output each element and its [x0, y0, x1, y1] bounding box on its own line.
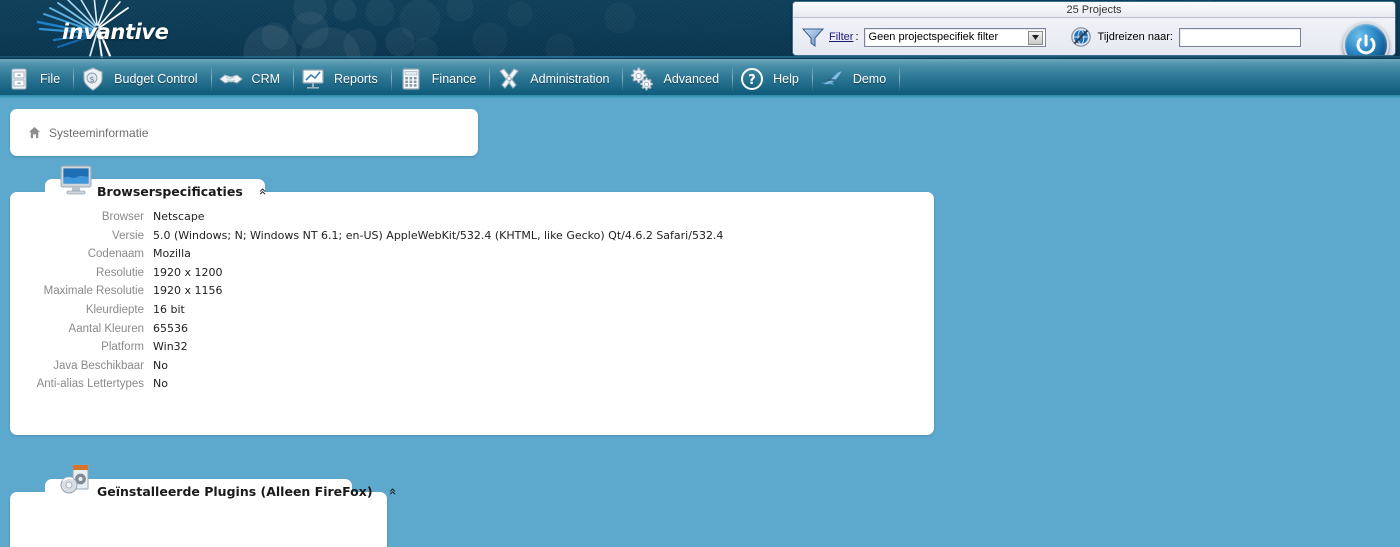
- cabinet-icon: [11, 68, 27, 89]
- row-label: Codenaam: [87, 248, 144, 261]
- row-value: Mozilla: [153, 247, 191, 261]
- row-label: Aantal Kleuren: [68, 322, 144, 335]
- breadcrumb: Systeeminformatie: [10, 109, 478, 156]
- main-navigation: File $ Budget Control CRM Reports Financ…: [0, 58, 1400, 98]
- breadcrumb-label: Systeeminformatie: [49, 125, 149, 140]
- collapse-chevron-up-icon[interactable]: »: [255, 187, 270, 195]
- plugin-cd-icon: [60, 464, 89, 494]
- tools-icon: [499, 67, 520, 89]
- table-row: Versie 5.0 (Windows; N; Windows NT 6.1; …: [10, 229, 934, 248]
- funnel-icon: [801, 28, 825, 47]
- row-value: No: [153, 358, 168, 372]
- nav-item-finance[interactable]: Finance: [392, 59, 489, 99]
- panel-title-installed-plugins: Geïnstalleerde Plugins (Alleen FireFox): [97, 483, 373, 499]
- nav-label-crm: CRM: [251, 71, 281, 86]
- panel-browser-specs: Browser Netscape Versie 5.0 (Windows; N;…: [0, 165, 940, 439]
- brand-name: invantive: [62, 20, 169, 44]
- row-value: 65536: [153, 321, 188, 335]
- table-row: Resolutie 1920 x 1200: [10, 266, 934, 285]
- nav-label-advanced: Advanced: [663, 71, 720, 86]
- timetravel-label: Tijdreizen naar:: [1097, 31, 1173, 43]
- home-icon: [28, 126, 41, 139]
- nav-item-crm[interactable]: CRM: [212, 59, 293, 99]
- table-row: Aantal Kleuren 65536: [10, 322, 934, 341]
- panel-header-installed-plugins[interactable]: Geïnstalleerde Plugins (Alleen FireFox) …: [45, 464, 400, 503]
- collapse-chevron-up-icon[interactable]: »: [385, 487, 400, 495]
- globe-clock-icon[interactable]: [1070, 26, 1092, 48]
- project-filter-select[interactable]: Geen projectspecifiek filter: [863, 27, 1046, 47]
- nav-label-administration: Administration: [530, 71, 610, 86]
- row-value: 16 bit: [153, 302, 185, 316]
- row-value: 5.0 (Windows; N; Windows NT 6.1; en-US) …: [153, 228, 724, 242]
- nav-label-file: File: [40, 71, 61, 86]
- filter-panel: 25 Projects Filter : Geen projectspecifi…: [792, 1, 1396, 56]
- table-row: Browser Netscape: [10, 210, 934, 229]
- nav-separator: [899, 65, 901, 92]
- panel-body-browser-specs: Browser Netscape Versie 5.0 (Windows; N;…: [10, 192, 934, 435]
- dolphin-icon: [820, 70, 843, 85]
- nav-label-finance: Finance: [431, 71, 477, 86]
- row-label: Kleurdiepte: [85, 303, 144, 316]
- row-value: 1920 x 1156: [153, 284, 223, 298]
- nav-item-reports[interactable]: Reports: [294, 59, 391, 99]
- nav-item-help[interactable]: ? Help: [733, 59, 812, 99]
- nav-label-help: Help: [773, 71, 799, 86]
- row-value: No: [153, 377, 168, 391]
- nav-item-advanced[interactable]: Advanced: [623, 59, 732, 99]
- gears-icon: [631, 67, 654, 90]
- question-circle-icon: ?: [741, 67, 764, 90]
- nav-item-demo[interactable]: Demo: [813, 59, 899, 99]
- filter-colon: :: [855, 31, 859, 43]
- row-label: Anti-alias Lettertypes: [36, 378, 144, 391]
- timetravel-input[interactable]: [1178, 27, 1301, 47]
- row-value: 1920 x 1200: [153, 265, 223, 279]
- power-button[interactable]: [1343, 22, 1389, 55]
- panel-title-browser-specs: Browserspecificaties: [97, 183, 243, 199]
- nav-item-administration[interactable]: Administration: [490, 59, 622, 99]
- row-value: Netscape: [153, 210, 205, 223]
- row-label: Browser: [101, 211, 144, 223]
- svg-text:$: $: [90, 75, 95, 84]
- chevron-down-icon[interactable]: [1027, 30, 1043, 45]
- svg-text:?: ?: [748, 73, 756, 88]
- monitor-icon: [60, 165, 92, 195]
- nav-item-file[interactable]: File: [0, 59, 73, 99]
- panel-header-browser-specs[interactable]: Browserspecificaties »: [45, 165, 270, 203]
- row-label: Maximale Resolutie: [43, 285, 144, 298]
- nav-label-reports: Reports: [334, 71, 378, 86]
- nav-label-budget-control: Budget Control: [114, 71, 198, 86]
- calculator-icon: [402, 67, 420, 90]
- nav-label-demo: Demo: [852, 71, 887, 86]
- row-label: Resolutie: [96, 266, 144, 279]
- power-icon: [1356, 34, 1376, 55]
- panel-installed-plugins: Geïnstalleerde Plugins (Alleen FireFox) …: [0, 464, 400, 547]
- money-shield-icon: $: [83, 66, 103, 91]
- row-label: Java Beschikbaar: [53, 359, 144, 372]
- handshake-icon: [218, 73, 243, 84]
- table-row: Codenaam Mozilla: [10, 247, 934, 266]
- row-label: Platform: [101, 341, 144, 354]
- table-row: Java Beschikbaar No: [10, 359, 934, 378]
- table-row: Kleurdiepte 16 bit: [10, 303, 934, 322]
- row-label: Versie: [112, 229, 144, 242]
- browser-spec-table: Browser Netscape Versie 5.0 (Windows; N;…: [10, 192, 934, 396]
- filter-link[interactable]: Filter: [829, 31, 853, 43]
- project-count-label: 25 Projects: [793, 2, 1395, 18]
- presentation-chart-icon: [302, 68, 324, 89]
- table-row: Anti-alias Lettertypes No: [10, 377, 934, 396]
- row-value: Win32: [153, 340, 188, 354]
- nav-item-budget-control[interactable]: $ Budget Control: [74, 59, 210, 99]
- brand-logo[interactable]: invantive: [24, 0, 204, 58]
- table-row: Maximale Resolutie 1920 x 1156: [10, 284, 934, 303]
- table-row: Platform Win32: [10, 340, 934, 359]
- project-filter-value: Geen projectspecifiek filter: [868, 31, 999, 43]
- app-header: invantive 25 Projects Filter : Geen proj…: [0, 0, 1400, 58]
